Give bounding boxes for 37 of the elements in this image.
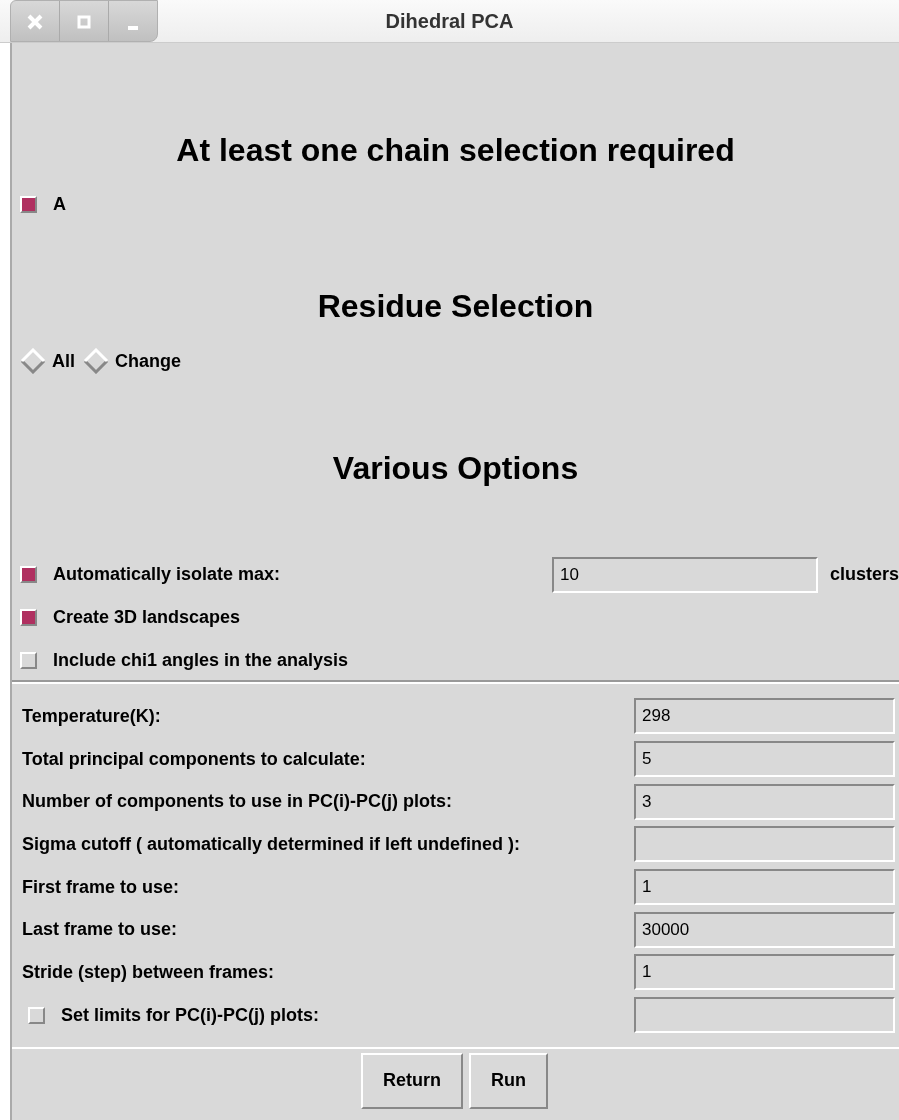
option-label: Automatically isolate max: — [53, 564, 281, 585]
checkbox[interactable] — [28, 1006, 45, 1024]
option-label: Create 3D landscapes — [53, 607, 241, 628]
dialog-button[interactable]: Return — [361, 1052, 463, 1109]
input-field[interactable] — [634, 826, 895, 863]
parameter-label: Temperature(K): — [22, 705, 161, 727]
input-field[interactable]: 298 — [634, 698, 895, 735]
section-heading: Various Options — [332, 449, 579, 487]
section-heading: Residue Selection — [317, 287, 594, 325]
checkbox[interactable] — [20, 609, 37, 626]
checkbox[interactable] — [20, 566, 37, 583]
parameter-label: Last frame to use: — [22, 919, 178, 941]
option-label: Include chi1 angles in the analysis — [53, 650, 349, 671]
parameter-label: Sigma cutoff ( automatically determined if left undefined ): — [22, 833, 521, 855]
input-field[interactable]: 1 — [634, 954, 895, 991]
parameter-label: Set limits for PC(i)-PC(j) plots: — [61, 1004, 319, 1026]
checkbox[interactable] — [20, 652, 37, 669]
parameter-label: Number of components to use in PC(i)-PC(j) plots: — [22, 791, 452, 813]
radio-button[interactable] — [83, 348, 109, 374]
parameter-label: Stride (step) between frames: — [22, 961, 275, 983]
unit-label: clusters — [829, 564, 899, 585]
radio-label: Change — [115, 350, 182, 372]
input-field[interactable]: 1 — [634, 869, 895, 906]
dialog-button[interactable]: Run — [469, 1052, 548, 1109]
parameter-label: Total principal components to calculate: — [22, 748, 366, 770]
section-heading: At least one chain selection required — [176, 131, 735, 169]
input-field[interactable]: 5 — [634, 741, 895, 778]
checkbox-label: A — [53, 193, 66, 215]
checkbox[interactable] — [20, 195, 37, 213]
radio-button[interactable] — [20, 348, 46, 374]
input-field[interactable]: 3 — [634, 783, 895, 820]
window-title: Dihedral PCA — [385, 9, 514, 32]
input-field[interactable]: 10 — [551, 556, 818, 593]
input-field[interactable] — [634, 997, 895, 1034]
input-field[interactable]: 30000 — [634, 911, 895, 948]
radio-label: All — [52, 350, 75, 372]
parameter-label: First frame to use: — [22, 876, 180, 898]
